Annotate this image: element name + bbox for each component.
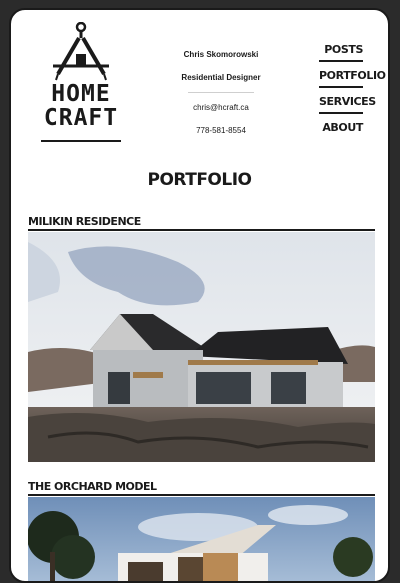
nav-portfolio[interactable]: PORTFOLIO xyxy=(319,66,386,88)
contact-block: Chris Skomorowski Residential Designer c… xyxy=(171,50,271,135)
contact-phone-link[interactable]: 778-581-8554 xyxy=(171,126,271,135)
contact-divider xyxy=(188,92,254,93)
project-photo-orchard[interactable] xyxy=(28,497,375,581)
compass-icon xyxy=(53,22,109,81)
logo-text-home: HOME xyxy=(51,81,111,107)
house-render-image xyxy=(28,232,375,462)
project-title-milikin[interactable]: MILIKIN RESIDENCE xyxy=(28,215,375,231)
main-nav: POSTS PORTFOLIO SERVICES ABOUT xyxy=(319,40,386,142)
nav-services[interactable]: SERVICES xyxy=(319,92,376,114)
logo-text-craft: CRAFT xyxy=(43,105,119,131)
page-card: HOME CRAFT Chris Skomorowski Residential… xyxy=(9,8,390,583)
logo-underline xyxy=(41,140,121,142)
nav-posts[interactable]: POSTS xyxy=(319,40,363,62)
project-title-orchard[interactable]: THE ORCHARD MODEL xyxy=(28,480,375,496)
home-craft-logo[interactable]: HOME CRAFT xyxy=(41,22,121,130)
designer-role: Residential Designer xyxy=(181,73,261,82)
house-render-image xyxy=(28,497,375,581)
project-photo-milikin[interactable] xyxy=(28,232,375,462)
nav-about[interactable]: ABOUT xyxy=(319,118,363,138)
contact-email-link[interactable]: chris@hcraft.ca xyxy=(171,103,271,112)
page-title: PORTFOLIO xyxy=(147,170,252,190)
designer-name: Chris Skomorowski xyxy=(183,50,259,59)
